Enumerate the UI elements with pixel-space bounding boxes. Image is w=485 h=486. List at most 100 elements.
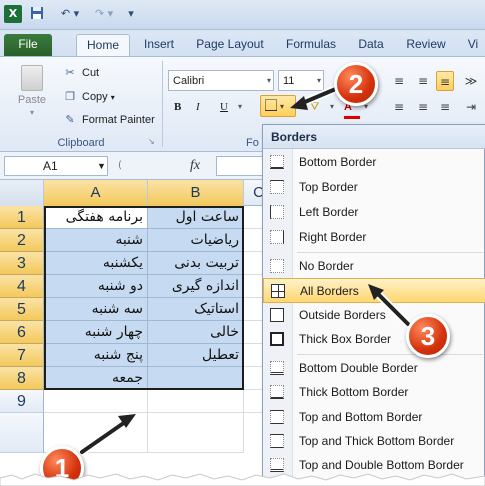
paste-button[interactable]: Paste ▾ [10,61,54,131]
tab-insert[interactable]: Insert [136,34,182,56]
tab-data[interactable]: Data [352,34,390,56]
chevron-down-icon: ▾ [29,108,34,117]
align-middle-icon[interactable]: ≡ [414,71,432,91]
cell-b10[interactable] [148,413,244,453]
dialog-launcher-icon[interactable]: ↘ [148,137,158,147]
format-painter-button[interactable]: ✎ Format Painter [62,110,154,130]
menu-item-no-border[interactable]: No Border [263,254,485,279]
row-header[interactable]: 1 [0,206,44,229]
menu-item-top-border[interactable]: Top Border [263,175,485,200]
tab-formulas[interactable]: Formulas [282,34,340,56]
fill-color-icon[interactable]: ⛛ [310,97,328,117]
cell-a1[interactable]: برنامه هفتگی [44,206,148,229]
outside-borders-icon [270,308,284,322]
cell-b9[interactable] [148,390,244,413]
tab-view[interactable]: Vi [460,34,485,56]
excel-icon[interactable]: X [4,5,22,23]
align-left-icon[interactable]: ≡ [390,97,408,117]
cell-b1[interactable]: ساعت اول [148,206,244,229]
cell-a8[interactable]: جمعه [44,367,148,390]
no-border-icon [270,259,284,273]
menu-item-top-double-bottom-border[interactable]: Top and Double Bottom Border [263,453,485,478]
select-all-corner[interactable] [0,180,44,206]
redo-icon[interactable]: ↷ ▾ [92,5,116,23]
column-header-a[interactable]: A [44,180,148,206]
cell-b2[interactable]: ریاضیات [148,229,244,252]
cell-a3[interactable]: یکشنبه [44,252,148,275]
cell-a7[interactable]: پنج شنبه [44,344,148,367]
insert-function-icon[interactable]: fx [190,156,210,176]
align-right-icon[interactable]: ≡ [436,97,454,117]
row-header[interactable] [0,413,44,453]
menu-item-top-bottom-border[interactable]: Top and Bottom Border [263,405,485,430]
quick-access-toolbar: X ↶ ▾ ↷ ▾ ▾ [0,0,485,30]
orientation-icon[interactable]: ≫ [462,71,480,91]
menu-item-right-border[interactable]: Right Border [263,225,485,250]
cell-b6[interactable]: خالی [148,321,244,344]
chevron-down-icon[interactable]: ▾ [238,97,248,117]
menu-item-top-thick-bottom-border[interactable]: Top and Thick Bottom Border [263,429,485,454]
row-header[interactable]: 6 [0,321,44,344]
menu-item-thick-bottom-border[interactable]: Thick Bottom Border [263,380,485,405]
cell-b8[interactable] [148,367,244,390]
align-center-icon[interactable]: ≡ [414,97,432,117]
alignment-group: ≡ ≡ ≡ ≫ ≡ ≡ ≡ ⇥ [384,69,484,129]
all-borders-icon [271,284,285,298]
callout-badge-3: 3 [406,314,450,358]
align-bottom-icon[interactable]: ≡ [436,71,454,91]
chevron-down-icon: ▾ [280,102,285,111]
underline-button[interactable]: U [220,97,234,117]
cell-a4[interactable]: دو شنبه [44,275,148,298]
name-box[interactable]: A1 ▼ [4,156,108,176]
column-header-b[interactable]: B [148,180,244,206]
cut-label: Cut [82,67,100,79]
copy-label: Copy [82,91,108,103]
row-header[interactable]: 7 [0,344,44,367]
row-header[interactable]: 9 [0,390,44,413]
menu-item-outside-borders[interactable]: Outside Borders [263,303,485,328]
cell-b4[interactable]: اندازه گیری [148,275,244,298]
cell-a2[interactable]: شنبه [44,229,148,252]
formula-bar-grip: ( [118,160,122,171]
row-header[interactable]: 2 [0,229,44,252]
tab-page-layout[interactable]: Page Layout [190,34,270,56]
italic-button[interactable]: I [196,97,210,117]
qat-more-icon[interactable]: ▾ [124,5,138,23]
cell-b7[interactable]: تعطیل [148,344,244,367]
tab-home[interactable]: Home [76,34,130,56]
name-box-value: A1 [43,159,58,173]
cell-a5[interactable]: سه شنبه [44,298,148,321]
borders-menu: Borders Bottom Border Top Border Left Bo… [262,124,485,486]
menu-item-bottom-double-border[interactable]: Bottom Double Border [263,356,485,381]
scissors-icon: ✂ [65,67,75,79]
font-name-select[interactable]: Calibri ▾ [168,70,274,91]
row-header[interactable]: 4 [0,275,44,298]
cell-a6[interactable]: چهار شنبه [44,321,148,344]
undo-icon[interactable]: ↶ ▾ [58,5,82,23]
tab-file[interactable]: File [4,34,52,56]
align-top-icon[interactable]: ≡ [390,71,408,91]
borders-button[interactable]: ▾ [260,95,296,117]
row-header[interactable]: 8 [0,367,44,390]
tab-review[interactable]: Review [402,34,450,56]
bottom-border-icon [270,155,284,169]
row-header[interactable]: 3 [0,252,44,275]
cut-button[interactable]: ✂ Cut [62,63,99,83]
group-divider [162,61,163,147]
chevron-down-icon[interactable]: ▾ [330,97,338,117]
save-icon[interactable] [28,5,46,23]
copy-button[interactable]: ❐ Copy ▾ [62,87,115,107]
menu-item-left-border[interactable]: Left Border [263,200,485,225]
bold-button[interactable]: B [174,97,188,117]
cell-b5[interactable]: استاتیک [148,298,244,321]
menu-item-thick-box-border[interactable]: Thick Box Border [263,327,485,352]
indent-icon[interactable]: ⇥ [462,97,480,117]
font-size-select[interactable]: 11 ▾ [278,70,324,91]
menu-item-all-borders[interactable]: All Borders [263,278,485,303]
row-header[interactable]: 5 [0,298,44,321]
chevron-down-icon: ▾ [266,76,271,85]
copy-icon: ❐ [65,91,75,103]
cell-b3[interactable]: تربیت بدنی [148,252,244,275]
cell-a9[interactable] [44,390,148,413]
menu-item-bottom-border[interactable]: Bottom Border [263,150,485,175]
